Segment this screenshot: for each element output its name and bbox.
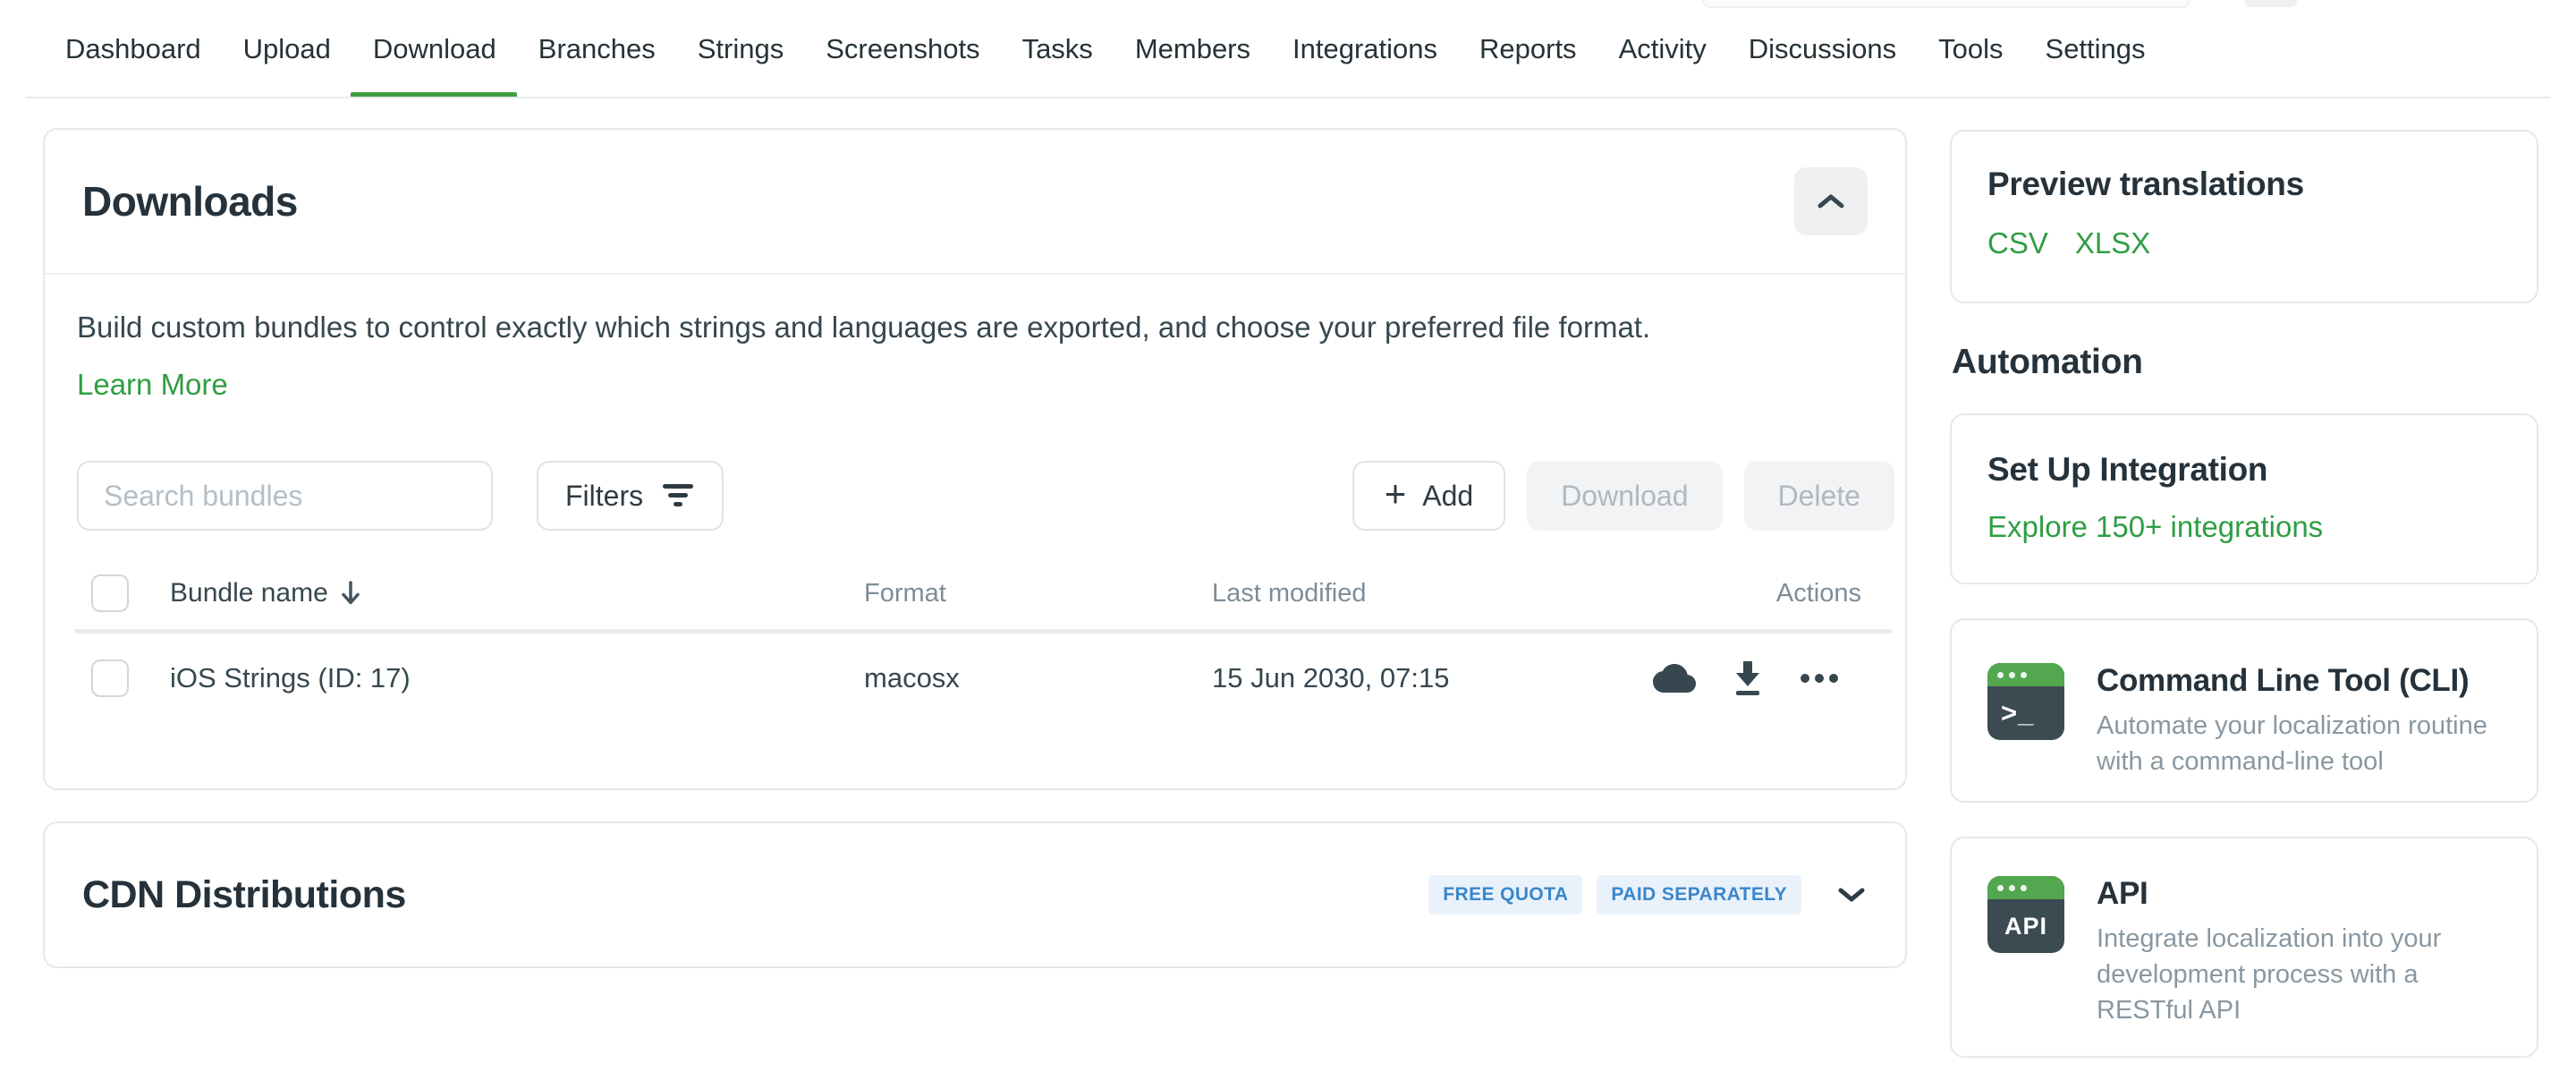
api-card-description: Integrate localization into your develop…: [2097, 921, 2512, 1028]
row-more-menu-button[interactable]: [1800, 673, 1839, 684]
bundles-table-header: Bundle name Format Last modified Actions: [45, 572, 1905, 615]
xlsx-link[interactable]: XLSX: [2075, 226, 2150, 260]
csv-link[interactable]: CSV: [1987, 226, 2048, 260]
page-title: Downloads: [82, 177, 298, 225]
nav-tab-activity[interactable]: Activity: [1619, 0, 1707, 98]
terminal-dot: [1997, 672, 2004, 678]
nav-tab-tasks[interactable]: Tasks: [1022, 0, 1093, 98]
download-bundle-button[interactable]: [1732, 659, 1764, 697]
free-quota-badge: FREE QUOTA: [1428, 875, 1582, 915]
downloads-toolbar: Filters + Add Download Delete: [77, 461, 1894, 531]
cdn-distributions-panel: CDN Distributions FREE QUOTA PAID SEPARA…: [43, 821, 1907, 968]
filters-button-label: Filters: [565, 480, 643, 513]
nav-tab-reports[interactable]: Reports: [1479, 0, 1577, 98]
filter-icon: [663, 484, 695, 507]
select-all-checkbox[interactable]: [91, 574, 129, 612]
bundle-format-cell: macosx: [864, 662, 1212, 694]
ellipsis-icon: [1800, 673, 1839, 684]
terminal-titlebar: [1987, 663, 2064, 686]
terminal-dot: [2009, 885, 2015, 891]
nav-divider: [25, 97, 2551, 98]
download-icon: [1732, 659, 1764, 697]
nav-tab-integrations[interactable]: Integrations: [1292, 0, 1437, 98]
terminal-cli-icon: >_: [1987, 663, 2064, 740]
terminal-prompt-glyph: >_: [1987, 686, 2064, 740]
column-header-format: Format: [864, 579, 1212, 608]
top-navigation: Dashboard Upload Download Branches Strin…: [0, 0, 2576, 98]
nav-tab-discussions[interactable]: Discussions: [1749, 0, 1896, 98]
nav-tab-strings[interactable]: Strings: [698, 0, 784, 98]
terminal-api-icon: API: [1987, 876, 2064, 953]
chevron-up-icon: [1817, 192, 1845, 210]
build-to-cloud-button[interactable]: [1653, 663, 1696, 693]
bundle-name-cell[interactable]: iOS Strings (ID: 17): [170, 662, 864, 694]
row-checkbox[interactable]: [91, 659, 129, 697]
api-card[interactable]: API API Integrate localization into your…: [1950, 837, 2538, 1058]
cli-tool-title: Command Line Tool (CLI): [2097, 663, 2512, 699]
table-header-divider: [74, 629, 1893, 634]
preview-translations-title: Preview translations: [1987, 166, 2501, 203]
preview-translations-card: Preview translations CSV XLSX: [1950, 130, 2538, 303]
cdn-distributions-title: CDN Distributions: [82, 873, 406, 917]
bundle-last-modified-cell: 15 Jun 2030, 07:15: [1212, 662, 1682, 694]
paid-separately-badge: PAID SEPARATELY: [1597, 875, 1801, 915]
add-bundle-button[interactable]: + Add: [1352, 461, 1505, 531]
automation-heading: Automation: [1952, 343, 2143, 382]
nav-tab-settings[interactable]: Settings: [2046, 0, 2146, 98]
download-button[interactable]: Download: [1527, 461, 1722, 531]
expand-cdn-panel-button[interactable]: [1837, 886, 1866, 904]
explore-integrations-link[interactable]: Explore 150+ integrations: [1987, 510, 2323, 544]
cropped-topbar-avatar: [2245, 0, 2297, 7]
api-card-text: API Integrate localization into your dev…: [2097, 876, 2512, 1056]
column-header-bundle-name[interactable]: Bundle name: [170, 578, 864, 608]
downloads-panel: Downloads Build custom bundles to contro…: [43, 128, 1907, 790]
collapse-panel-button[interactable]: [1794, 167, 1868, 235]
set-up-integration-title: Set Up Integration: [1987, 451, 2501, 489]
nav-tab-members[interactable]: Members: [1135, 0, 1250, 98]
nav-tabs: Dashboard Upload Download Branches Strin…: [65, 0, 2146, 98]
downloads-description: Build custom bundles to control exactly …: [77, 311, 1852, 345]
bundle-name-header-label: Bundle name: [170, 578, 328, 608]
api-card-title: API: [2097, 876, 2512, 912]
cli-tool-description: Automate your localization routine with …: [2097, 708, 2512, 779]
nav-tab-branches[interactable]: Branches: [538, 0, 656, 98]
nav-tab-screenshots[interactable]: Screenshots: [826, 0, 979, 98]
downloads-panel-header: Downloads: [45, 130, 1905, 275]
terminal-dot: [1997, 885, 2004, 891]
terminal-dot: [2021, 672, 2027, 678]
nav-tab-upload[interactable]: Upload: [243, 0, 331, 98]
filters-button[interactable]: Filters: [537, 461, 724, 531]
cli-tool-text: Command Line Tool (CLI) Automate your lo…: [2097, 663, 2512, 801]
terminal-dot: [2021, 885, 2027, 891]
nav-tab-download[interactable]: Download: [373, 0, 496, 98]
plus-icon: +: [1385, 475, 1407, 513]
column-header-actions: Actions: [1682, 579, 1861, 608]
learn-more-link[interactable]: Learn More: [77, 368, 228, 402]
row-actions: [1682, 659, 1861, 697]
sort-descending-icon: [341, 580, 360, 607]
set-up-integration-card: Set Up Integration Explore 150+ integrat…: [1950, 413, 2538, 584]
delete-button[interactable]: Delete: [1744, 461, 1895, 531]
cropped-topbar-search: [1702, 0, 2190, 8]
terminal-dot: [2009, 672, 2015, 678]
preview-links: CSV XLSX: [1987, 226, 2501, 260]
cloud-icon: [1653, 663, 1696, 693]
api-icon-label: API: [1987, 899, 2064, 953]
chevron-down-icon: [1837, 886, 1866, 904]
terminal-titlebar: [1987, 876, 2064, 899]
cdn-badges: FREE QUOTA PAID SEPARATELY: [1428, 875, 1801, 915]
table-row: iOS Strings (ID: 17) macosx 15 Jun 2030,…: [45, 637, 1905, 719]
nav-tab-tools[interactable]: Tools: [1938, 0, 2003, 98]
cli-tool-card[interactable]: >_ Command Line Tool (CLI) Automate your…: [1950, 618, 2538, 803]
nav-tab-dashboard[interactable]: Dashboard: [65, 0, 201, 98]
column-header-last-modified: Last modified: [1212, 579, 1682, 608]
add-button-label: Add: [1422, 480, 1473, 513]
search-input[interactable]: [77, 461, 493, 531]
